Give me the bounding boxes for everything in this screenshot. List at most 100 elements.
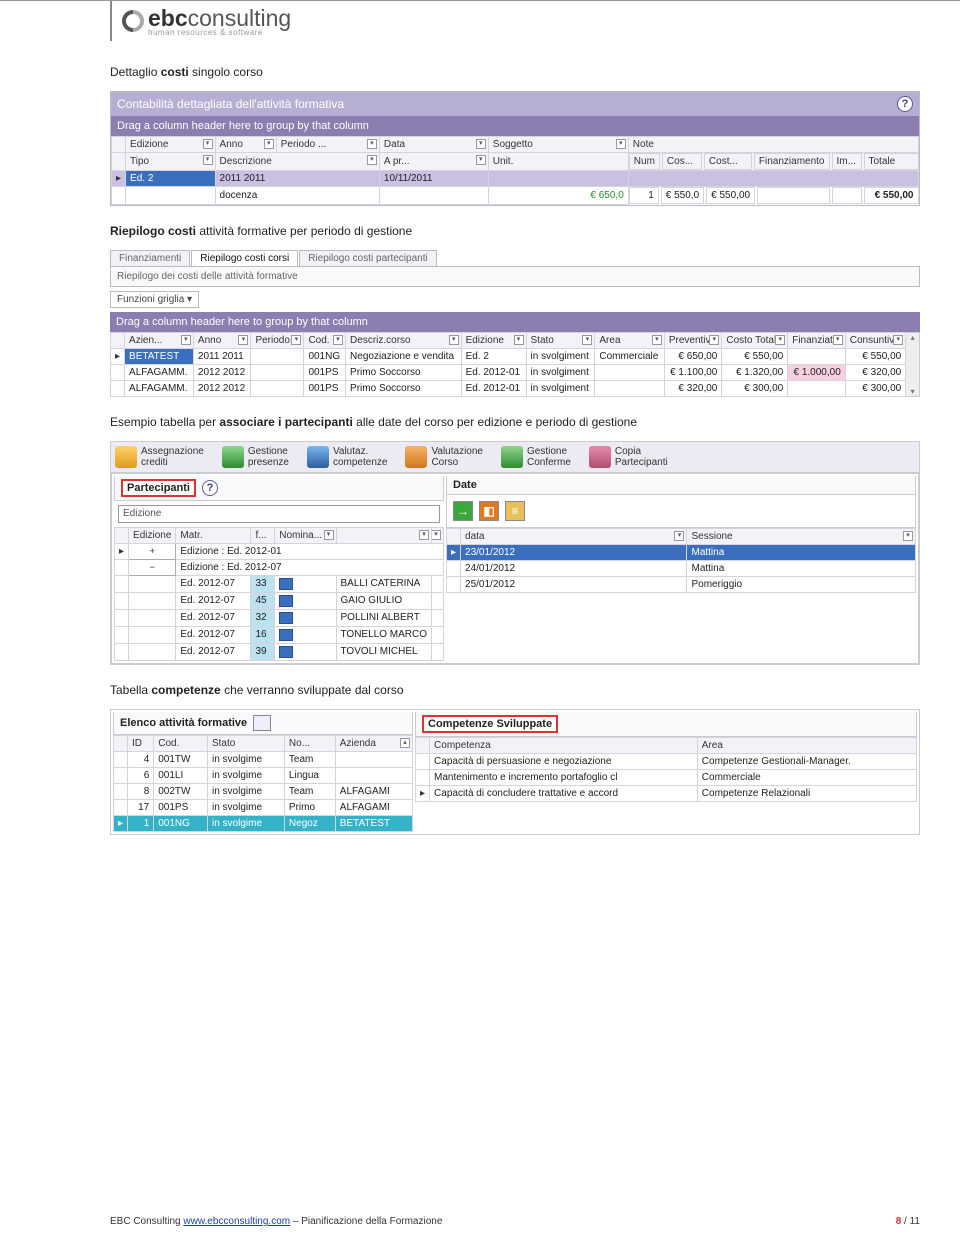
person-icon <box>279 646 293 658</box>
competenza-row[interactable]: Capacità di persuasione e negoziazioneCo… <box>416 753 917 769</box>
participant-row[interactable]: Ed. 2012-0732POLLINI ALBERT <box>115 609 444 626</box>
col-soggetto: Soggetto▾ <box>488 137 628 153</box>
expand-icon: + <box>129 543 176 559</box>
config-icon[interactable] <box>253 715 271 731</box>
vertical-scrollbar[interactable]: ▴▾ <box>906 332 920 397</box>
person-icon <box>279 595 293 607</box>
competenza-row[interactable]: Mantenimento e incremento portafoglio cl… <box>416 769 917 785</box>
data-row[interactable]: ▸ Ed. 2 2011 2011 10/11/2011 <box>112 171 919 187</box>
date-row[interactable]: 24/01/2012Mattina <box>447 560 916 576</box>
col-note: Note <box>628 137 918 153</box>
column-header[interactable]: Preventivo▾ <box>664 332 722 348</box>
tabstrip[interactable]: Finanziamenti Riepilogo costi corsi Riep… <box>110 250 920 266</box>
grid-functions-button[interactable]: Funzioni griglia ▾ <box>110 291 199 308</box>
cost-detail-grid[interactable]: Edizione▾ Anno▾ Periodo ...▾ Data▾ Sogge… <box>111 136 919 205</box>
panel-title: Contabilità dettagliata dell'attività fo… <box>117 97 344 111</box>
col-edizione: Edizione <box>129 527 176 543</box>
column-header[interactable]: Finanziato▾ <box>788 332 846 348</box>
title-right: Competenze Sviluppate <box>422 715 558 733</box>
cost-summary-panel: Finanziamenti Riepilogo costi corsi Riep… <box>110 250 920 397</box>
participant-row[interactable]: Ed. 2012-0745GAIO GIULIO <box>115 592 444 609</box>
ribbon: Assegnazionecrediti Gestionepresenze Valut… <box>111 442 919 473</box>
activity-row[interactable]: ▸1001NGin svolgimeNegozBETATEST <box>114 815 413 831</box>
stop-button[interactable]: ◧ <box>479 501 499 521</box>
heading-1: Dettaglio costi singolo corso <box>110 65 920 79</box>
col-sessione: Sessione▾ <box>687 528 916 544</box>
column-header[interactable]: Cod.▾ <box>304 332 346 348</box>
group-row[interactable]: −Edizione : Ed. 2012-07 <box>115 559 444 575</box>
col-id: ID <box>128 735 154 751</box>
logo-icon <box>122 10 144 32</box>
ribbon-item[interactable]: CopiaPartecipanti <box>589 446 668 468</box>
col-unit: Unit. <box>488 153 628 171</box>
participant-row[interactable]: Ed. 2012-0733BALLI CATERINA <box>115 575 444 592</box>
ribbon-item[interactable]: Valutaz.competenze <box>307 446 387 468</box>
participants-grid[interactable]: Edizione Matr. f... Nomina...▾ ▾ ▾ ▸+Edi… <box>114 527 444 661</box>
participant-row[interactable]: Ed. 2012-0716TONELLO MARCO <box>115 626 444 643</box>
tab-partecipanti[interactable]: Partecipanti <box>121 479 196 497</box>
activity-row[interactable]: 17001PSin svolgimePrimoALFAGAMI <box>114 799 413 815</box>
column-header[interactable]: Descriz.corso▾ <box>346 332 462 348</box>
column-header[interactable]: Periodo...▾ <box>251 332 304 348</box>
col-azienda: Azienda▴ <box>335 735 412 751</box>
data-row[interactable]: ▸BETATEST2011 2011001NGNegoziazione e ve… <box>111 348 906 364</box>
ribbon-icon <box>405 446 427 468</box>
edizione-filter[interactable]: Edizione <box>118 505 440 523</box>
warn-button[interactable]: ≡ <box>505 501 525 521</box>
help-icon[interactable]: ? <box>202 480 218 496</box>
ribbon-icon <box>307 446 329 468</box>
col-descr: Descrizione▾ <box>215 153 379 171</box>
data-row[interactable]: docenza € 650,0 1 € 550,0 € 550,00 € 550… <box>112 187 919 205</box>
group-by-bar[interactable]: Drag a column header here to group by th… <box>110 312 920 332</box>
col-matr: Matr. <box>176 527 251 543</box>
ribbon-item[interactable]: ValutazioneCorso <box>405 446 483 468</box>
competenze-grid[interactable]: Competenza Area Capacità di persuasione … <box>415 737 917 802</box>
column-header[interactable]: Consuntivo▾ <box>845 332 905 348</box>
data-row[interactable]: ALFAGAMM.2012 2012001PSPrimo SoccorsoEd.… <box>111 364 906 380</box>
activity-row[interactable]: 4001TWin svolgimeTeam <box>114 751 413 767</box>
col-apr: A pr...▾ <box>379 153 488 171</box>
column-header[interactable]: Anno▾ <box>193 332 251 348</box>
add-button[interactable]: → <box>453 501 473 521</box>
col-tipo: Tipo▾ <box>126 153 216 171</box>
heading-4: Tabella competenze che verranno sviluppa… <box>110 683 920 697</box>
person-icon <box>279 578 293 590</box>
collapse-icon: − <box>129 559 176 575</box>
column-header[interactable]: Stato▾ <box>526 332 595 348</box>
tab-finanziamenti[interactable]: Finanziamenti <box>110 250 190 266</box>
title-left: Elenco attività formative <box>120 717 247 729</box>
tab-riepilogo-partecipanti[interactable]: Riepilogo costi partecipanti <box>299 250 437 266</box>
heading-3: Esempio tabella per associare i partecip… <box>110 415 920 429</box>
date-row[interactable]: 25/01/2012Pomeriggio <box>447 576 916 592</box>
activity-row[interactable]: 6001LIin svolgimeLingua <box>114 767 413 783</box>
activities-grid[interactable]: ID Cod. Stato No... Azienda▴ 4001TWin sv… <box>113 735 413 832</box>
data-row[interactable]: ALFAGAMM.2012 2012001PSPrimo SoccorsoEd.… <box>111 380 906 396</box>
date-row[interactable]: ▸23/01/2012Mattina <box>447 544 916 560</box>
column-header[interactable]: Azien...▾ <box>125 332 194 348</box>
col-stato: Stato <box>207 735 284 751</box>
column-header[interactable]: Edizione▾ <box>461 332 526 348</box>
col-no: No... <box>284 735 335 751</box>
footer-link[interactable]: www.ebcconsulting.com <box>183 1216 290 1227</box>
participant-row[interactable]: Ed. 2012-0739TOVOLI MICHEL <box>115 643 444 660</box>
column-header[interactable]: Costo Totale▾ <box>722 332 788 348</box>
activity-row[interactable]: 8002TWin svolgimeTeamALFAGAMI <box>114 783 413 799</box>
tab-riepilogo-corsi[interactable]: Riepilogo costi corsi <box>191 250 298 266</box>
dates-grid[interactable]: data▾ Sessione▾ ▸23/01/2012Mattina24/01/… <box>446 528 916 593</box>
page-footer: EBC Consulting www.ebcconsulting.com – P… <box>110 1210 920 1227</box>
competenze-panel: Elenco attività formative ID Cod. Stato … <box>110 709 920 835</box>
summary-subtitle: Riepilogo dei costi delle attività forma… <box>110 266 920 287</box>
ribbon-item[interactable]: Assegnazionecrediti <box>115 446 204 468</box>
competenza-row[interactable]: ▸Capacità di concludere trattative e acc… <box>416 785 917 801</box>
group-by-bar[interactable]: Drag a column header here to group by th… <box>111 116 919 136</box>
col-periodo: Periodo ...▾ <box>276 137 379 153</box>
ribbon-item[interactable]: GestioneConferme <box>501 446 571 468</box>
group-row[interactable]: ▸+Edizione : Ed. 2012-01 <box>115 543 444 559</box>
summary-grid[interactable]: Azien...▾Anno▾Periodo...▾Cod.▾Descriz.co… <box>110 332 906 397</box>
help-icon[interactable]: ? <box>897 96 913 112</box>
tab-date[interactable]: Date <box>453 479 477 491</box>
person-icon <box>279 612 293 624</box>
ribbon-item[interactable]: Gestionepresenze <box>222 446 289 468</box>
column-header[interactable]: Area▾ <box>595 332 664 348</box>
col-area: Area <box>697 737 916 753</box>
